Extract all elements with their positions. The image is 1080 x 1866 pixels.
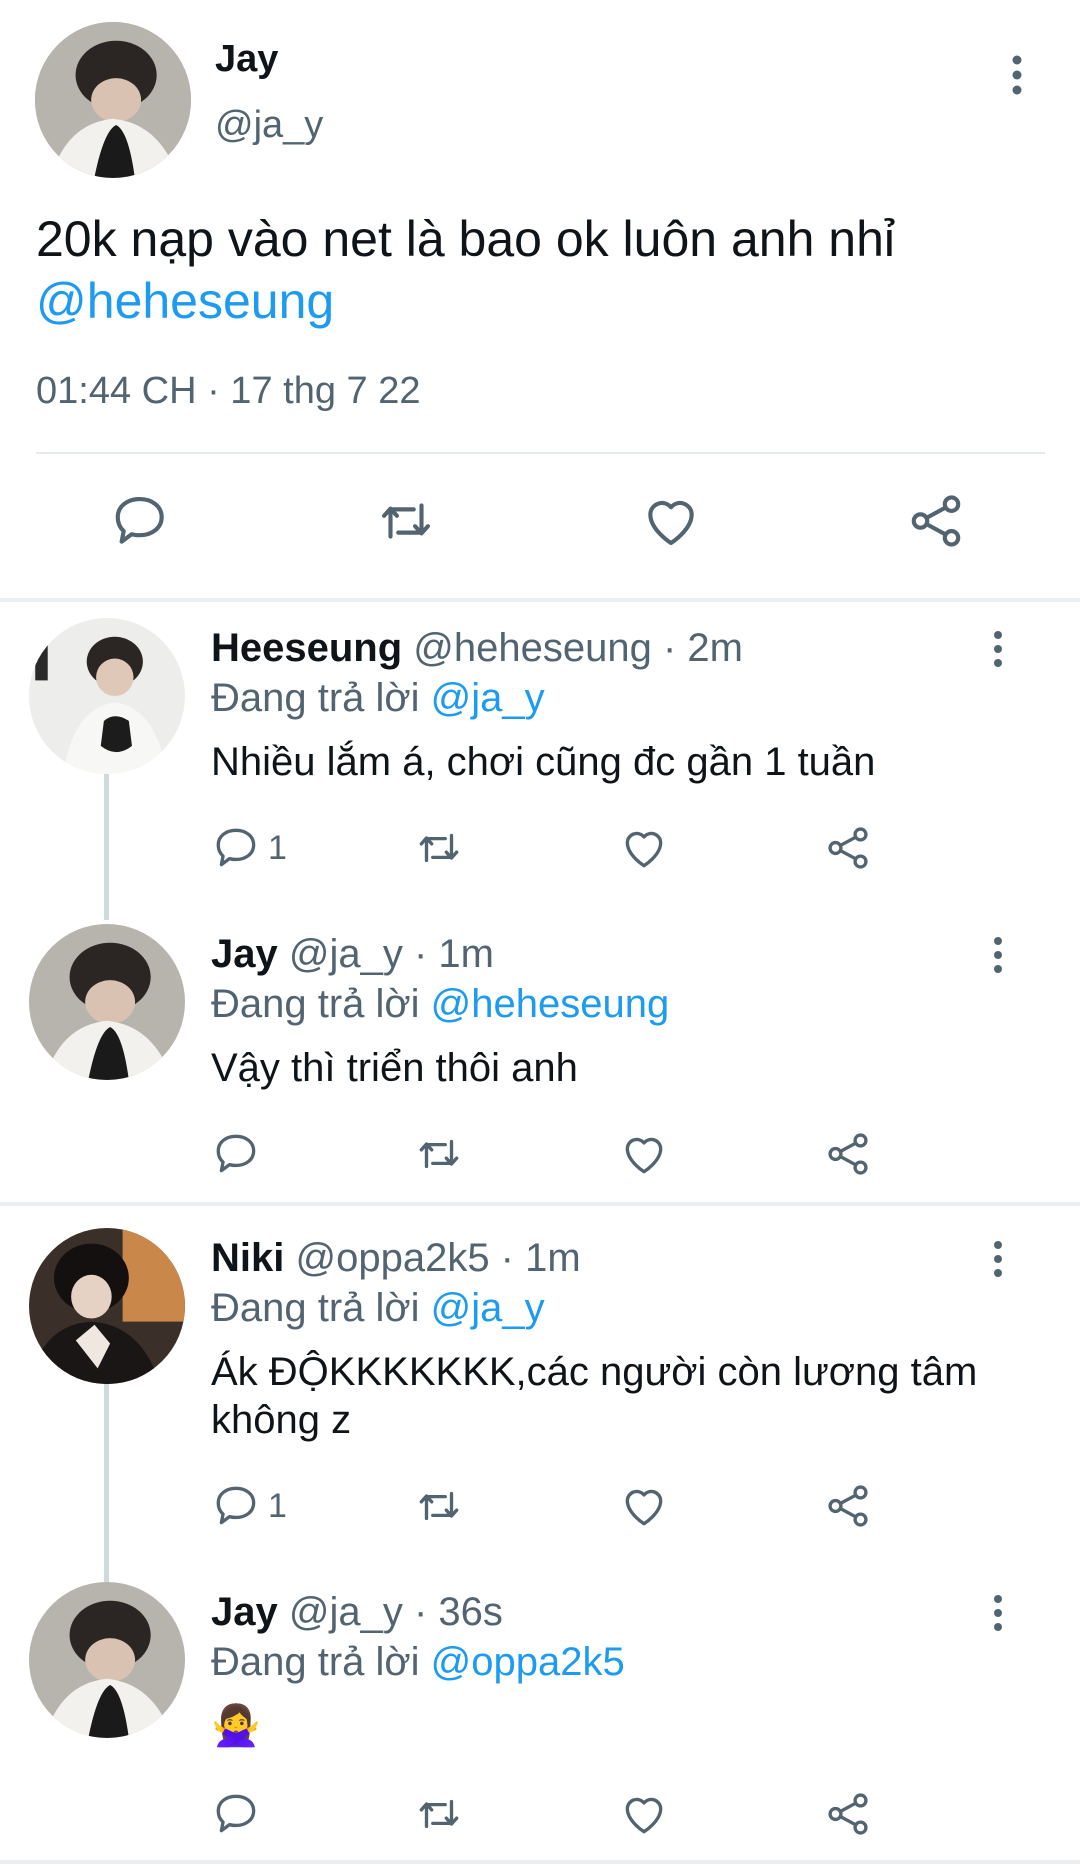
retweet-icon[interactable]	[414, 820, 464, 876]
timestamp: 01:44 CH · 17 thg 7 22	[36, 370, 421, 412]
reply-button[interactable]: 1	[212, 1478, 287, 1534]
retweet-icon[interactable]	[414, 1478, 464, 1534]
reply-count: 1	[268, 828, 287, 867]
share-icon[interactable]	[905, 490, 967, 552]
author-name[interactable]: Jay	[211, 932, 278, 976]
author-handle[interactable]: @ja_y	[215, 104, 323, 147]
author-name[interactable]: Niki	[211, 1236, 284, 1280]
replying-label: Đang trả lời	[211, 1286, 420, 1330]
avatar[interactable]	[29, 924, 185, 1080]
reply-header: Jay @ja_y · 1m	[211, 932, 494, 977]
retweet-icon[interactable]	[414, 1126, 464, 1182]
mention-link[interactable]: @heheseung	[36, 273, 334, 329]
author-name[interactable]: Jay	[215, 38, 278, 81]
more-options-icon[interactable]	[983, 1592, 1013, 1634]
replying-to: Đang trả lời @oppa2k5	[211, 1640, 625, 1685]
reply-count: 1	[268, 1486, 287, 1525]
reply-icon[interactable]	[110, 490, 172, 552]
like-icon[interactable]	[619, 1478, 669, 1534]
reply-icon	[216, 1486, 256, 1525]
reply-actions	[0, 1126, 1080, 1182]
reply-button[interactable]	[212, 1126, 268, 1182]
avatar[interactable]	[29, 1582, 185, 1738]
mention-link[interactable]: @ja_y	[431, 1286, 545, 1330]
reply-header: Heeseung @heheseung · 2m	[211, 626, 743, 671]
tweet-text: 20k nạp vào net là bao ok luôn anh nhỉ @…	[36, 208, 1046, 332]
like-icon[interactable]	[619, 820, 669, 876]
reply-button[interactable]	[212, 1786, 268, 1842]
more-options-icon[interactable]	[983, 628, 1013, 670]
divider	[36, 452, 1045, 454]
replying-to: Đang trả lời @ja_y	[211, 676, 545, 721]
tweet-body: 20k nạp vào net là bao ok luôn anh nhỉ	[36, 211, 896, 267]
replying-label: Đang trả lời	[211, 982, 420, 1026]
reply-tweet[interactable]: Niki @oppa2k5 · 1m Đang trả lời @ja_y Ák…	[0, 1214, 1080, 1514]
reply-text: 🙅‍♀️	[211, 1704, 261, 1748]
share-icon[interactable]	[823, 1478, 873, 1534]
more-options-icon[interactable]	[983, 1238, 1013, 1280]
reply-actions: 1	[0, 820, 1080, 876]
like-icon[interactable]	[640, 490, 702, 552]
reply-icon	[216, 1794, 256, 1833]
section-divider	[0, 1202, 1080, 1206]
reply-button[interactable]: 1	[212, 820, 287, 876]
more-options-icon[interactable]	[983, 934, 1013, 976]
retweet-icon[interactable]	[414, 1786, 464, 1842]
author-meta: @ja_y · 1m	[288, 932, 494, 976]
reply-actions	[0, 1786, 1080, 1842]
retweet-icon[interactable]	[375, 490, 437, 552]
like-icon[interactable]	[619, 1786, 669, 1842]
replying-to: Đang trả lời @ja_y	[211, 1286, 545, 1331]
author-name[interactable]: Jay	[211, 1590, 278, 1634]
more-options-icon[interactable]	[1000, 52, 1034, 98]
author-name[interactable]: Heeseung	[211, 626, 402, 670]
avatar[interactable]	[29, 1228, 185, 1384]
reply-header: Jay @ja_y · 36s	[211, 1590, 503, 1635]
replying-to: Đang trả lời @heheseung	[211, 982, 669, 1027]
author-meta: @oppa2k5 · 1m	[295, 1236, 581, 1280]
reply-header: Niki @oppa2k5 · 1m	[211, 1236, 581, 1281]
reply-icon	[216, 828, 256, 867]
avatar[interactable]	[35, 22, 191, 178]
share-icon[interactable]	[823, 820, 873, 876]
like-icon[interactable]	[619, 1126, 669, 1182]
share-icon[interactable]	[823, 1786, 873, 1842]
reply-icon	[216, 1134, 256, 1173]
share-icon[interactable]	[823, 1126, 873, 1182]
tweet-actions	[0, 490, 1080, 560]
avatar[interactable]	[29, 618, 185, 774]
section-divider	[0, 1860, 1080, 1864]
replying-label: Đang trả lời	[211, 1640, 420, 1684]
reply-text: Vậy thì triển thôi anh	[211, 1046, 578, 1090]
mention-link[interactable]: @heheseung	[431, 982, 670, 1026]
mention-link[interactable]: @ja_y	[431, 676, 545, 720]
author-meta: @ja_y · 36s	[288, 1590, 503, 1634]
replying-label: Đang trả lời	[211, 676, 420, 720]
section-divider	[0, 598, 1080, 602]
author-meta: @heheseung · 2m	[413, 626, 743, 670]
reply-actions: 1	[0, 1478, 1080, 1534]
main-tweet: Jay @ja_y 20k nạp vào net là bao ok luôn…	[0, 0, 1080, 598]
mention-link[interactable]: @oppa2k5	[431, 1640, 625, 1684]
reply-text: Ák ĐỘKKKKKKK,các người còn lương tâm khô…	[211, 1350, 978, 1442]
reply-text: Nhiều lắm á, chơi cũng đc gần 1 tuần	[211, 740, 876, 784]
